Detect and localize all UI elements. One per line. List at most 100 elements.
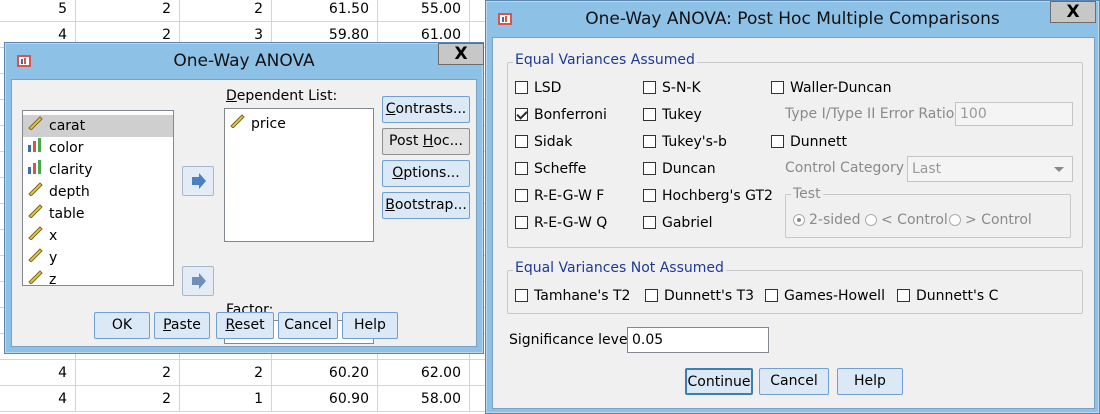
table-cell[interactable]: 60.20 — [272, 360, 378, 386]
checkbox-box — [515, 189, 528, 202]
greater-than-control-radio[interactable]: > Control — [949, 212, 1032, 228]
list-item[interactable]: color — [23, 137, 173, 159]
checkbox-box — [515, 108, 528, 121]
table-cell[interactable]: 4 — [0, 360, 76, 386]
table-cell[interactable]: 2 — [76, 0, 180, 22]
table-cell[interactable]: 4 — [0, 386, 76, 412]
checkbox-box — [771, 135, 784, 148]
ok-button[interactable]: OK — [94, 312, 150, 339]
checkbox-box — [515, 289, 528, 302]
table-cell[interactable]: 61.50 — [272, 0, 378, 22]
contrasts-button[interactable]: Contrasts... — [382, 96, 470, 123]
waller-duncan-checkbox[interactable]: Waller-Duncan — [771, 80, 892, 96]
radio-dot — [949, 214, 961, 226]
significance-level-label: Significance level: — [509, 332, 637, 348]
games-howell-checkbox[interactable]: Games-Howell — [765, 288, 885, 304]
posthoc-titlebar[interactable]: One-Way ANOVA: Post Hoc Multiple Compari… — [486, 1, 1099, 37]
table-cell[interactable]: 60.90 — [272, 386, 378, 412]
equal-var-col2-checkbox-5[interactable]: Gabriel — [643, 215, 712, 231]
anova-title: One-Way ANOVA — [173, 51, 315, 71]
anova-close-button[interactable]: X — [438, 43, 484, 65]
list-item[interactable]: depth — [23, 181, 173, 203]
anova-client-area: carat color clarity depth table x y z Dependent… — [11, 79, 477, 347]
error-ratio-field[interactable]: 100 — [955, 102, 1073, 126]
arrow-right-icon — [192, 273, 206, 289]
table-cell[interactable]: 2 — [180, 0, 272, 22]
table-cell[interactable]: 2 — [76, 386, 180, 412]
checkbox-box — [771, 81, 784, 94]
equal-var-col2-checkbox-2[interactable]: Tukey's-b — [643, 134, 727, 150]
error-ratio-label: Type I/Type II Error Ratio: — [785, 106, 960, 122]
dependent-list-label: Dependent List: — [226, 88, 338, 104]
scale-icon — [229, 113, 247, 135]
move-to-factor-button[interactable] — [182, 266, 214, 296]
less-than-control-radio[interactable]: < Control — [865, 212, 948, 228]
equal-var-col2-checkbox-3[interactable]: Duncan — [643, 161, 716, 177]
tamhanes-t2-checkbox[interactable]: Tamhane's T2 — [515, 288, 630, 304]
unequal-variances-legend: Equal Variances Not Assumed — [513, 260, 726, 276]
options-button[interactable]: Options... — [382, 160, 470, 187]
table-cell[interactable]: 5 — [0, 0, 76, 22]
radio-dot — [865, 214, 877, 226]
scale-icon — [27, 203, 45, 225]
help-button[interactable]: Help — [342, 312, 398, 339]
post-hoc-button[interactable]: Post Hoc... — [382, 128, 470, 155]
equal-var-col2-checkbox-0[interactable]: S-N-K — [643, 80, 701, 96]
cancel-button[interactable]: Cancel — [278, 312, 338, 339]
checkbox-box — [643, 81, 656, 94]
arrow-right-icon — [192, 173, 206, 189]
continue-button[interactable]: Continue — [685, 368, 753, 395]
scale-icon — [27, 269, 45, 291]
checkbox-box — [645, 289, 658, 302]
equal-var-col1-checkbox-0[interactable]: LSD — [515, 80, 561, 96]
dunnett-checkbox[interactable]: Dunnett — [771, 134, 847, 150]
table-cell[interactable]: 2 — [76, 360, 180, 386]
equal-var-col1-checkbox-5[interactable]: R-E-G-W Q — [515, 215, 607, 231]
checkbox-box — [765, 289, 778, 302]
post-hoc-dialog: One-Way ANOVA: Post Hoc Multiple Compari… — [485, 0, 1100, 414]
anova-titlebar[interactable]: One-Way ANOVA X — [5, 43, 484, 79]
equal-var-col2-checkbox-4[interactable]: Hochberg's GT2 — [643, 188, 773, 204]
paste-button[interactable]: Paste — [154, 312, 210, 339]
move-to-dependent-button[interactable] — [182, 166, 214, 196]
dependent-list[interactable]: price — [224, 108, 374, 242]
one-way-anova-dialog: One-Way ANOVA X carat color clarity depth ta… — [4, 42, 484, 354]
posthoc-close-button[interactable]: X — [1050, 1, 1096, 23]
checkbox-box — [515, 81, 528, 94]
list-item[interactable]: clarity — [23, 159, 173, 181]
table-cell[interactable]: 1 — [180, 386, 272, 412]
significance-level-field[interactable]: 0.05 — [627, 327, 769, 353]
checkbox-box — [643, 108, 656, 121]
dunnetts-t3-checkbox[interactable]: Dunnett's T3 — [645, 288, 754, 304]
list-item[interactable]: table — [23, 203, 173, 225]
bootstrap-button[interactable]: Bootstrap... — [382, 192, 470, 219]
posthoc-title: One-Way ANOVA: Post Hoc Multiple Compari… — [585, 9, 1000, 29]
source-variable-list[interactable]: carat color clarity depth table x y z — [22, 110, 174, 288]
equal-var-col1-checkbox-2[interactable]: Sidak — [515, 134, 572, 150]
list-item[interactable]: y — [23, 247, 173, 269]
chevron-down-icon — [1054, 167, 1064, 172]
table-cell[interactable]: 55.00 — [378, 0, 470, 22]
scale-icon — [27, 247, 45, 269]
posthoc-client-area: Equal Variances Assumed LSD Bonferroni Sid… — [492, 37, 1095, 409]
help-button[interactable]: Help — [837, 368, 903, 395]
list-item[interactable]: z — [23, 269, 173, 291]
checkbox-box — [515, 135, 528, 148]
table-cell[interactable]: 58.00 — [378, 386, 470, 412]
control-category-select[interactable]: Last — [907, 156, 1073, 182]
equal-var-col2-checkbox-1[interactable]: Tukey — [643, 107, 702, 123]
two-sided-radio[interactable]: 2-sided — [793, 212, 861, 228]
dunnetts-c-checkbox[interactable]: Dunnett's C — [897, 288, 998, 304]
cancel-button[interactable]: Cancel — [759, 368, 829, 395]
equal-var-col1-checkbox-4[interactable]: R-E-G-W F — [515, 188, 604, 204]
equal-var-col1-checkbox-1[interactable]: Bonferroni — [515, 107, 607, 123]
table-cell[interactable]: 2 — [180, 360, 272, 386]
reset-button[interactable]: Reset — [216, 312, 274, 339]
ordinal-bar-icon — [27, 137, 45, 159]
list-item[interactable]: x — [23, 225, 173, 247]
equal-variances-legend: Equal Variances Assumed — [513, 52, 697, 68]
equal-var-col1-checkbox-3[interactable]: Scheffe — [515, 161, 586, 177]
list-item[interactable]: price — [225, 113, 373, 135]
table-cell[interactable]: 62.00 — [378, 360, 470, 386]
list-item[interactable]: carat — [23, 115, 173, 137]
